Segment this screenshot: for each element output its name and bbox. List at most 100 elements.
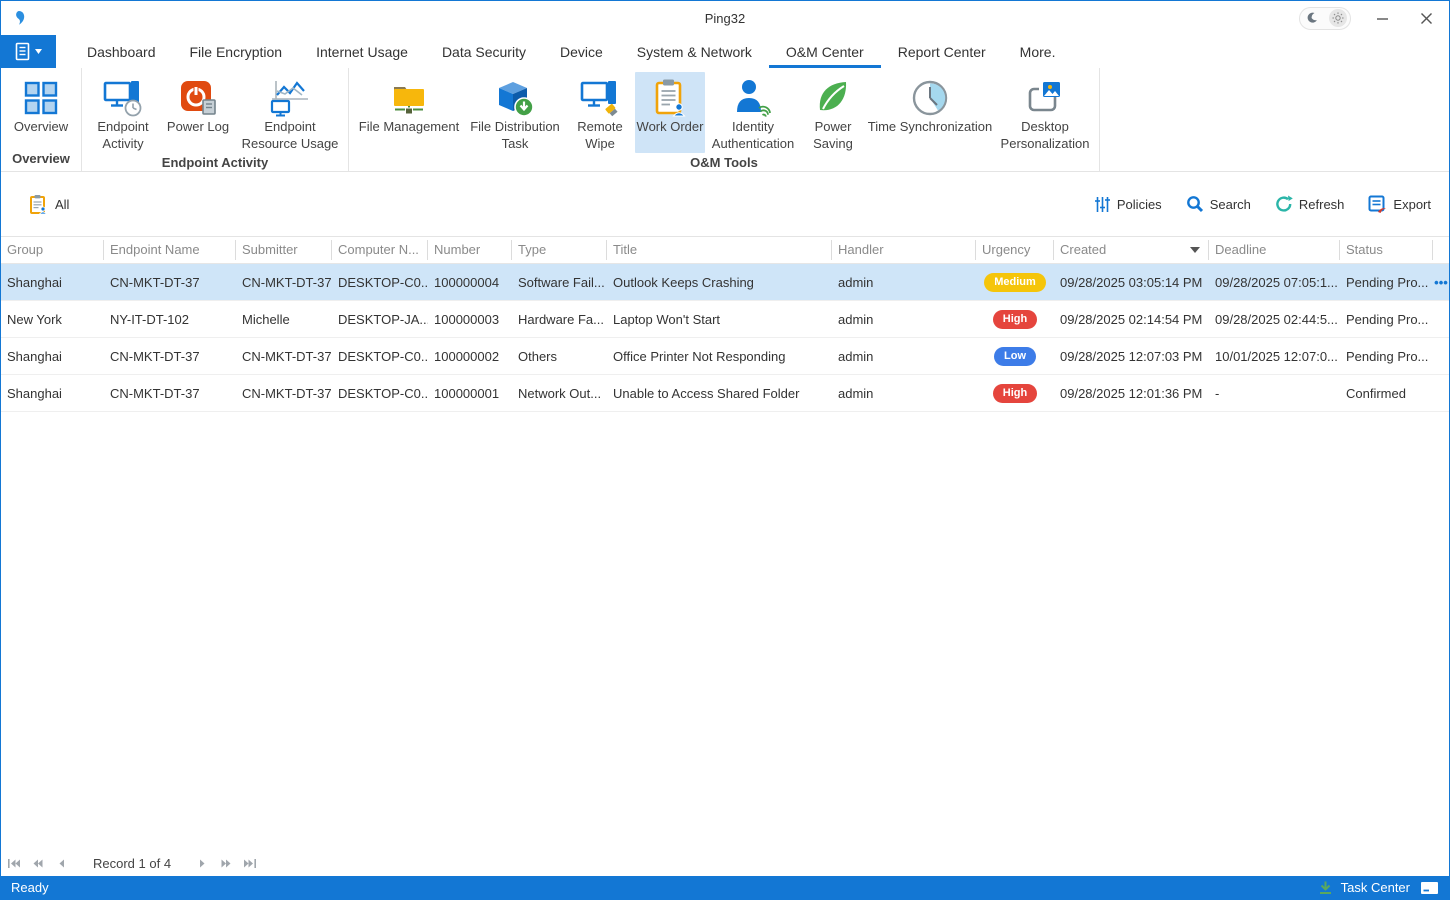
column-header-deadline[interactable]: Deadline	[1209, 240, 1340, 260]
tab-more[interactable]: More.	[1003, 35, 1073, 68]
ribbon-tile-work-order[interactable]: Work Order	[635, 72, 705, 153]
cell-type: Hardware Fa...	[512, 312, 607, 327]
cell-computer-name: DESKTOP-C0...	[332, 386, 428, 401]
pager-prev-page-button[interactable]	[31, 856, 45, 870]
cell-deadline: 09/28/2025 07:05:1...	[1209, 275, 1340, 290]
endpoint-activity-icon	[103, 77, 143, 119]
tab-device[interactable]: Device	[543, 35, 620, 68]
tab-dashboard[interactable]: Dashboard	[70, 35, 173, 68]
cell-title: Unable to Access Shared Folder	[607, 386, 832, 401]
ribbon-tile-power-saving[interactable]: Power Saving	[801, 72, 865, 153]
cell-title: Office Printer Not Responding	[607, 349, 832, 364]
column-header-endpoint-name[interactable]: Endpoint Name	[104, 240, 236, 260]
status-ready-label: Ready	[11, 880, 49, 895]
row-actions-menu[interactable]: •••	[1434, 275, 1448, 290]
column-header-submitter[interactable]: Submitter	[236, 240, 332, 260]
column-header-computer-name[interactable]: Computer N...	[332, 240, 428, 260]
cell-number: 100000001	[428, 386, 512, 401]
ribbon-tile-remote-wipe[interactable]: Remote Wipe	[565, 72, 635, 153]
pager-prev-button[interactable]	[55, 856, 69, 870]
filter-all-label: All	[55, 197, 69, 212]
ribbon-tile-file-management[interactable]: File Management	[353, 72, 465, 153]
ribbon-tile-time-synchronization[interactable]: Time Synchronization	[865, 72, 995, 153]
table-row[interactable]: Shanghai CN-MKT-DT-37 CN-MKT-DT-37 DESKT…	[1, 375, 1449, 412]
window-title: Ping32	[1, 11, 1449, 26]
ribbon-tile-overview[interactable]: Overview	[5, 72, 77, 149]
tab-system-network[interactable]: System & Network	[620, 35, 769, 68]
ribbon-tile-label: Remote Wipe	[565, 119, 635, 153]
cell-status: Confirmed	[1340, 386, 1433, 401]
column-header-title[interactable]: Title	[607, 240, 832, 260]
ribbon-tile-label: Identity Authentication	[705, 119, 801, 153]
ribbon-tile-label: Power Saving	[801, 119, 865, 153]
tab-file-encryption[interactable]: File Encryption	[173, 35, 300, 68]
cell-endpoint-name: CN-MKT-DT-37	[104, 349, 236, 364]
cell-group: Shanghai	[1, 386, 104, 401]
export-button[interactable]: Export	[1368, 195, 1431, 214]
pager-next-button[interactable]	[195, 856, 209, 870]
urgency-badge: Low	[994, 347, 1036, 366]
ribbon-tile-endpoint-activity[interactable]: Endpoint Activity	[86, 72, 160, 153]
cell-number: 100000003	[428, 312, 512, 327]
pager: Record 1 of 4	[1, 850, 1449, 876]
search-button[interactable]: Search	[1186, 195, 1251, 213]
cell-urgency: Low	[976, 347, 1054, 366]
column-header-group[interactable]: Group	[1, 240, 104, 260]
filter-all-button[interactable]: All	[29, 194, 69, 215]
cell-deadline: -	[1209, 386, 1340, 401]
cell-group: Shanghai	[1, 275, 104, 290]
pager-next-page-button[interactable]	[219, 856, 233, 870]
cell-status: Pending Pro...	[1340, 275, 1433, 290]
export-icon	[1368, 195, 1387, 214]
pager-last-button[interactable]	[243, 856, 257, 870]
ribbon-tile-desktop-personalization[interactable]: Desktop Personalization	[995, 72, 1095, 153]
power-saving-icon	[814, 77, 852, 119]
cell-urgency: High	[976, 384, 1054, 403]
pager-record-text: Record 1 of 4	[93, 856, 171, 871]
time-sync-icon	[911, 77, 949, 119]
tab-report-center[interactable]: Report Center	[881, 35, 1003, 68]
statusbar: Ready Task Center	[1, 876, 1449, 899]
ribbon-group-endpoint-activity: Endpoint Activity Power Log Endpoint Res…	[82, 68, 349, 171]
column-header-handler[interactable]: Handler	[832, 240, 976, 260]
ribbon-tile-endpoint-resource-usage[interactable]: Endpoint Resource Usage	[236, 72, 344, 153]
cell-type: Others	[512, 349, 607, 364]
tab-om-center[interactable]: O&M Center	[769, 35, 881, 68]
cell-deadline: 09/28/2025 02:44:5...	[1209, 312, 1340, 327]
column-header-created[interactable]: Created	[1054, 240, 1209, 260]
policies-button[interactable]: Policies	[1094, 196, 1162, 213]
ribbon-tile-identity-authentication[interactable]: Identity Authentication	[705, 72, 801, 153]
menubar: Dashboard File Encryption Internet Usage…	[1, 35, 1449, 68]
work-order-icon	[651, 77, 689, 119]
cell-computer-name: DESKTOP-C0...	[332, 349, 428, 364]
pager-first-button[interactable]	[7, 856, 21, 870]
column-header-number[interactable]: Number	[428, 240, 512, 260]
table-row[interactable]: New York NY-IT-DT-102 Michelle DESKTOP-J…	[1, 301, 1449, 338]
cell-type: Software Fail...	[512, 275, 607, 290]
tab-internet-usage[interactable]: Internet Usage	[299, 35, 425, 68]
column-header-type[interactable]: Type	[512, 240, 607, 260]
task-center-button[interactable]: Task Center	[1318, 880, 1410, 895]
main-menu-button[interactable]	[1, 35, 56, 68]
refresh-button[interactable]: Refresh	[1275, 195, 1345, 213]
ribbon-tile-power-log[interactable]: Power Log	[160, 72, 236, 153]
toolbar: All Policies Search Refresh	[1, 172, 1449, 236]
table-row[interactable]: Shanghai CN-MKT-DT-37 CN-MKT-DT-37 DESKT…	[1, 338, 1449, 375]
ribbon-tile-label: Time Synchronization	[868, 119, 993, 136]
column-header-urgency[interactable]: Urgency	[976, 240, 1054, 260]
cell-group: New York	[1, 312, 104, 327]
ribbon-tile-file-distribution-task[interactable]: File Distribution Task	[465, 72, 565, 153]
table-row[interactable]: Shanghai CN-MKT-DT-37 CN-MKT-DT-37 DESKT…	[1, 264, 1449, 301]
message-panel-icon[interactable]	[1420, 881, 1439, 895]
policies-label: Policies	[1117, 197, 1162, 212]
cell-computer-name: DESKTOP-C0...	[332, 275, 428, 290]
cell-group: Shanghai	[1, 349, 104, 364]
table-header: Group Endpoint Name Submitter Computer N…	[1, 236, 1449, 264]
cell-created: 09/28/2025 03:05:14 PM	[1054, 275, 1209, 290]
column-header-status[interactable]: Status	[1340, 240, 1433, 260]
refresh-label: Refresh	[1299, 197, 1345, 212]
cell-submitter: Michelle	[236, 312, 332, 327]
ribbon-tile-label: Endpoint Activity	[86, 119, 160, 153]
cell-created: 09/28/2025 12:01:36 PM	[1054, 386, 1209, 401]
tab-data-security[interactable]: Data Security	[425, 35, 543, 68]
